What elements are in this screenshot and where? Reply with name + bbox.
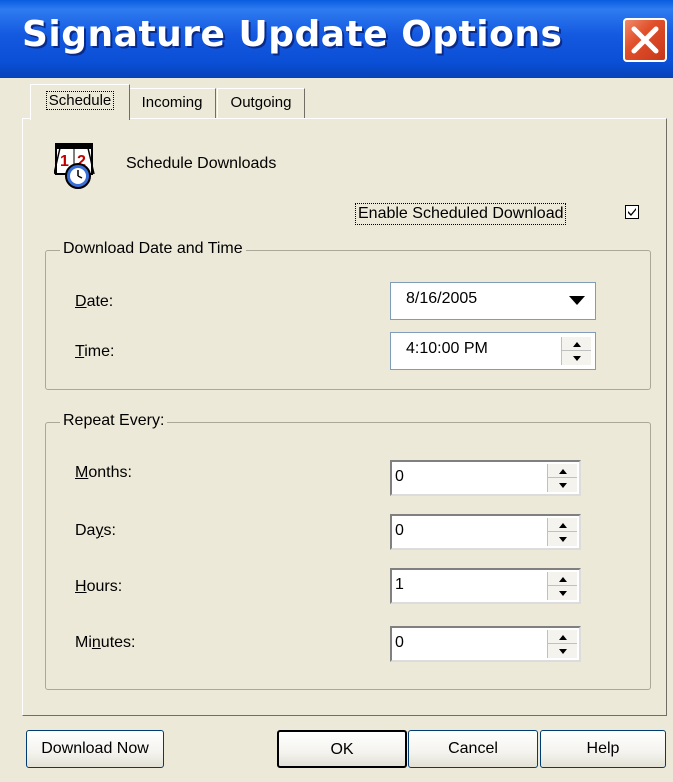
calendar-clock-icon: 1 2	[54, 143, 95, 189]
hours-spin-up[interactable]	[548, 572, 577, 586]
days-spin-down[interactable]	[548, 532, 577, 546]
spin-up-icon	[559, 577, 567, 582]
ok-button[interactable]: OK	[277, 730, 407, 768]
hours-stepper[interactable]: 1	[390, 568, 581, 604]
repeat-group-title: Repeat Every:	[60, 412, 168, 430]
tab-incoming[interactable]: Incoming	[128, 88, 216, 118]
date-value: 8/16/2005	[406, 290, 478, 307]
hours-spinner[interactable]	[547, 572, 577, 600]
spin-down-icon	[559, 537, 567, 542]
months-stepper[interactable]: 0	[390, 460, 581, 496]
date-picker[interactable]: 8/16/2005	[390, 282, 596, 320]
days-spin-up[interactable]	[548, 518, 577, 532]
hours-value: 1	[395, 576, 404, 593]
title-bar: Signature Update Options	[0, 0, 673, 78]
enable-scheduled-download-label[interactable]: Enable Scheduled Download	[355, 203, 567, 225]
spin-up-icon	[559, 635, 567, 640]
hours-label: Hours:	[75, 578, 123, 595]
months-value: 0	[395, 468, 404, 485]
tab-outgoing[interactable]: Outgoing	[217, 88, 305, 118]
days-label: Days:	[75, 522, 116, 539]
tab-schedule[interactable]: Schedule	[30, 84, 130, 120]
time-picker[interactable]: 4:10:00 PM	[390, 332, 596, 370]
hours-spin-down[interactable]	[548, 586, 577, 600]
time-label: Time:	[75, 343, 115, 360]
minutes-spin-up[interactable]	[548, 630, 577, 644]
spin-down-icon	[559, 483, 567, 488]
months-spinner[interactable]	[547, 464, 577, 492]
enable-scheduled-download-checkbox[interactable]	[625, 205, 639, 219]
time-spinner[interactable]	[561, 337, 591, 365]
spin-up-icon	[573, 342, 581, 347]
date-dropdown-button[interactable]	[562, 287, 592, 315]
time-spin-up[interactable]	[562, 337, 591, 351]
cancel-button[interactable]: Cancel	[408, 730, 538, 768]
days-spinner[interactable]	[547, 518, 577, 546]
download-group-title: Download Date and Time	[60, 240, 246, 258]
download-now-button[interactable]: Download Now	[26, 730, 164, 768]
minutes-label: Minutes:	[75, 634, 136, 651]
time-spin-down[interactable]	[562, 351, 591, 365]
months-spin-up[interactable]	[548, 464, 577, 478]
help-button[interactable]: Help	[540, 730, 666, 768]
spin-down-icon	[559, 649, 567, 654]
days-stepper[interactable]: 0	[390, 514, 581, 550]
chevron-down-icon	[569, 296, 585, 305]
date-label: Date:	[75, 293, 114, 310]
minutes-value: 0	[395, 634, 404, 651]
schedule-downloads-heading: Schedule Downloads	[126, 155, 277, 172]
close-icon	[631, 26, 659, 54]
window-title: Signature Update Options	[22, 14, 563, 55]
spin-down-icon	[559, 591, 567, 596]
close-button[interactable]	[623, 18, 667, 62]
months-label: Months:	[75, 464, 132, 481]
minutes-stepper[interactable]: 0	[390, 626, 581, 662]
svg-text:1: 1	[60, 153, 69, 170]
minutes-spin-down[interactable]	[548, 644, 577, 658]
time-value: 4:10:00 PM	[406, 340, 488, 357]
months-spin-down[interactable]	[548, 478, 577, 492]
spin-up-icon	[559, 469, 567, 474]
days-value: 0	[395, 522, 404, 539]
checkmark-icon	[628, 208, 636, 216]
spin-up-icon	[559, 523, 567, 528]
spin-down-icon	[573, 356, 581, 361]
minutes-spinner[interactable]	[547, 630, 577, 658]
